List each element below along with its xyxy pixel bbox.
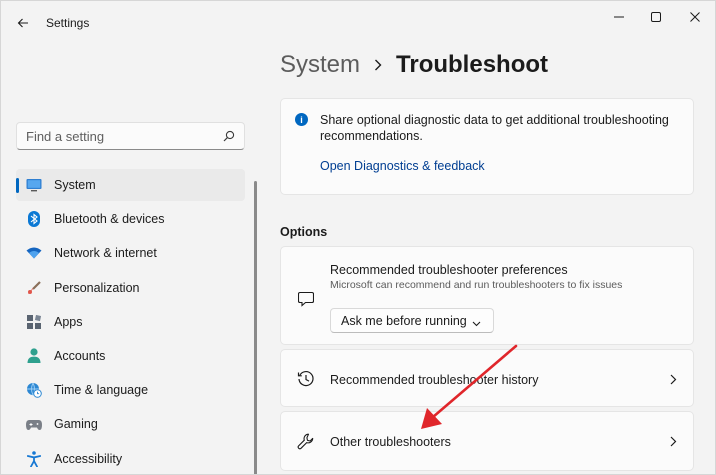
globe-clock-icon [25,381,43,399]
sidebar-item-system[interactable]: System [16,169,245,201]
back-arrow-icon [17,18,28,28]
sidebar-nav: System Bluetooth & devices Network & int… [16,169,245,475]
monitor-icon [25,176,43,194]
preferences-title: Recommended troubleshooter preferences [330,263,568,277]
page-title: Troubleshoot [396,51,549,78]
sidebar-item-label: Accounts [54,348,106,363]
sidebar-item-label: Bluetooth & devices [54,212,165,227]
apps-icon [25,313,43,331]
brush-icon [25,279,43,297]
chevron-right-icon [670,434,677,452]
sidebar-item-personalization[interactable]: Personalization [16,272,245,304]
info-icon: i [295,113,308,126]
troubleshooter-preferences-card: Recommended troubleshooter preferences M… [280,246,694,345]
sidebar-item-label: Accessibility [54,451,123,466]
minimize-button[interactable] [604,7,634,27]
options-section-title: Options [280,225,328,239]
accessibility-icon [25,450,43,468]
sidebar-item-label: Time & language [54,383,149,398]
sidebar-item-apps[interactable]: Apps [16,306,245,338]
title-bar: Settings [1,1,715,43]
minimize-icon [614,16,624,18]
sidebar-item-gaming[interactable]: Gaming [16,408,245,440]
close-button[interactable] [680,7,710,27]
breadcrumb: System Troubleshoot [280,51,548,79]
troubleshooter-preference-dropdown[interactable]: Ask me before running [330,308,494,333]
sidebar-item-accounts[interactable]: Accounts [16,340,245,372]
search-icon [223,130,235,142]
search-box[interactable] [16,122,245,150]
sidebar-item-label: Gaming [54,417,98,432]
breadcrumb-parent[interactable]: System [280,51,360,79]
sidebar-item-network[interactable]: Network & internet [16,237,245,269]
history-icon [296,369,316,389]
history-label: Recommended troubleshooter history [330,373,539,387]
maximize-button[interactable] [641,7,671,27]
chat-bubble-icon [296,289,316,309]
sidebar-item-time-language[interactable]: Time & language [16,374,245,406]
preferences-description: Microsoft can recommend and run troubles… [330,279,623,291]
troubleshooter-history-row[interactable]: Recommended troubleshooter history [280,349,694,407]
app-title: Settings [46,16,90,30]
settings-window: Settings System Bluetooth & de [0,0,716,475]
chevron-right-icon [374,59,382,71]
sidebar-item-label: Network & internet [54,246,157,261]
diagnostics-feedback-link[interactable]: Open Diagnostics & feedback [320,159,485,173]
sidebar-scrollbar[interactable] [254,181,257,474]
info-text: Share optional diagnostic data to get ad… [320,113,669,143]
sidebar-item-bluetooth[interactable]: Bluetooth & devices [16,203,245,235]
chevron-right-icon [670,372,677,390]
person-icon [25,347,43,365]
back-button[interactable] [11,11,35,35]
bluetooth-icon [25,210,43,228]
sidebar-item-label: System [54,178,96,192]
other-troubleshooters-label: Other troubleshooters [330,435,451,449]
search-input[interactable] [26,128,223,144]
other-troubleshooters-row[interactable]: Other troubleshooters [280,411,694,471]
sidebar-item-label: Personalization [54,280,140,295]
diagnostic-info-card: i Share optional diagnostic data to get … [280,98,694,195]
chevron-down-icon [472,316,481,330]
gamepad-icon [25,415,43,433]
maximize-icon [651,12,661,22]
sidebar-item-label: Apps [54,314,83,329]
close-icon [690,12,700,22]
dropdown-selected-value: Ask me before running [341,313,467,328]
sidebar-item-accessibility[interactable]: Accessibility [16,443,245,475]
wifi-icon [25,244,43,262]
wrench-icon [296,432,316,452]
